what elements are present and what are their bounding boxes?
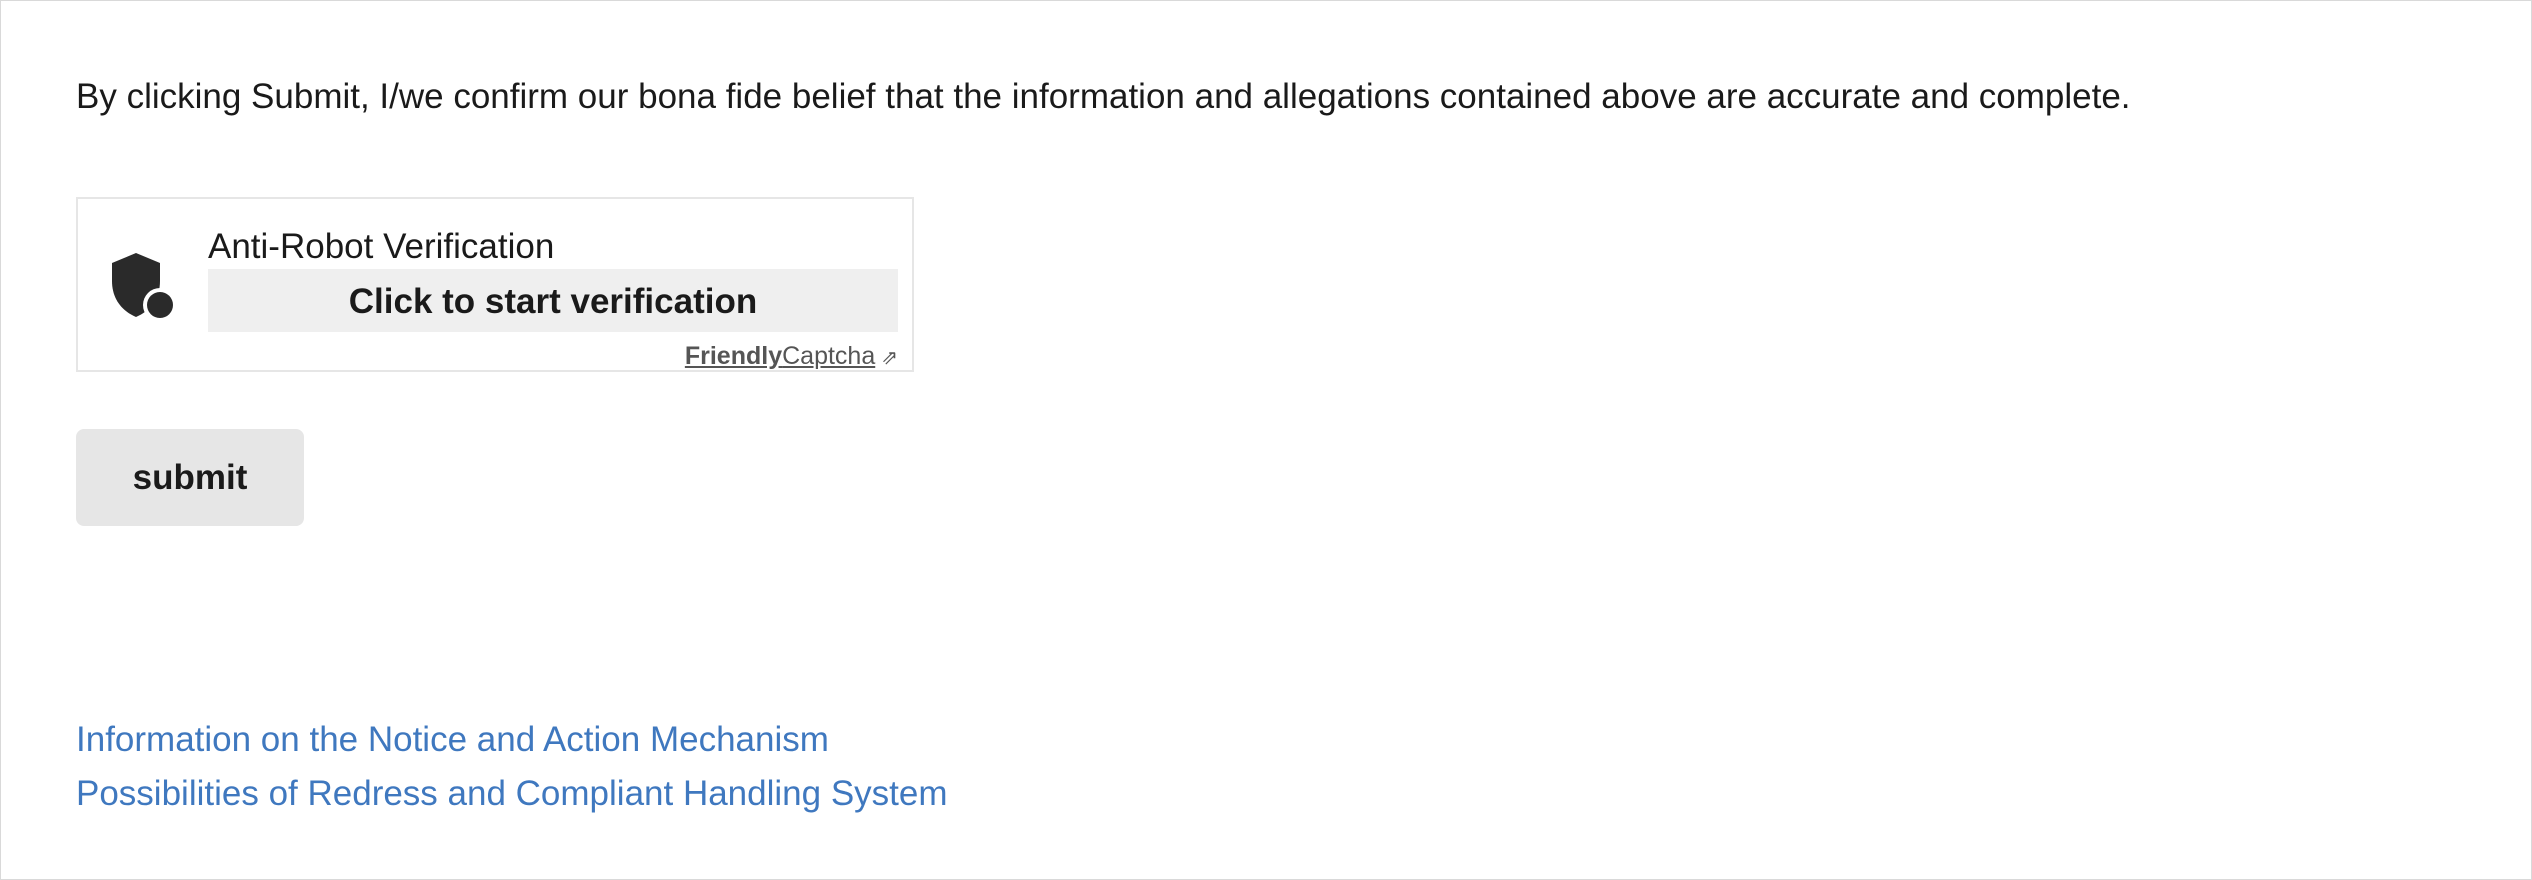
captcha-brand-rest: Captcha [782, 342, 876, 370]
notice-action-info-link[interactable]: Information on the Notice and Action Mec… [76, 713, 948, 767]
redress-complaint-handling-link[interactable]: Possibilities of Redress and Compliant H… [76, 767, 948, 821]
captcha-brand-strong: Friendly [684, 342, 783, 370]
start-verification-button[interactable]: Click to start verification [208, 269, 898, 332]
submit-button[interactable]: submit [76, 429, 304, 526]
external-link-icon: ⇗ [881, 347, 898, 369]
confirmation-text: By clicking Submit, I/we confirm our bon… [76, 77, 2131, 116]
shield-icon [108, 247, 184, 323]
friendlycaptcha-link[interactable]: FriendlyCaptcha ⇗ [685, 341, 898, 373]
page-frame: By clicking Submit, I/we confirm our bon… [0, 0, 2532, 880]
captcha-title: Anti-Robot Verification [208, 227, 555, 266]
footer-links: Information on the Notice and Action Mec… [76, 713, 948, 821]
captcha-widget: Anti-Robot Verification Click to start v… [76, 197, 914, 372]
